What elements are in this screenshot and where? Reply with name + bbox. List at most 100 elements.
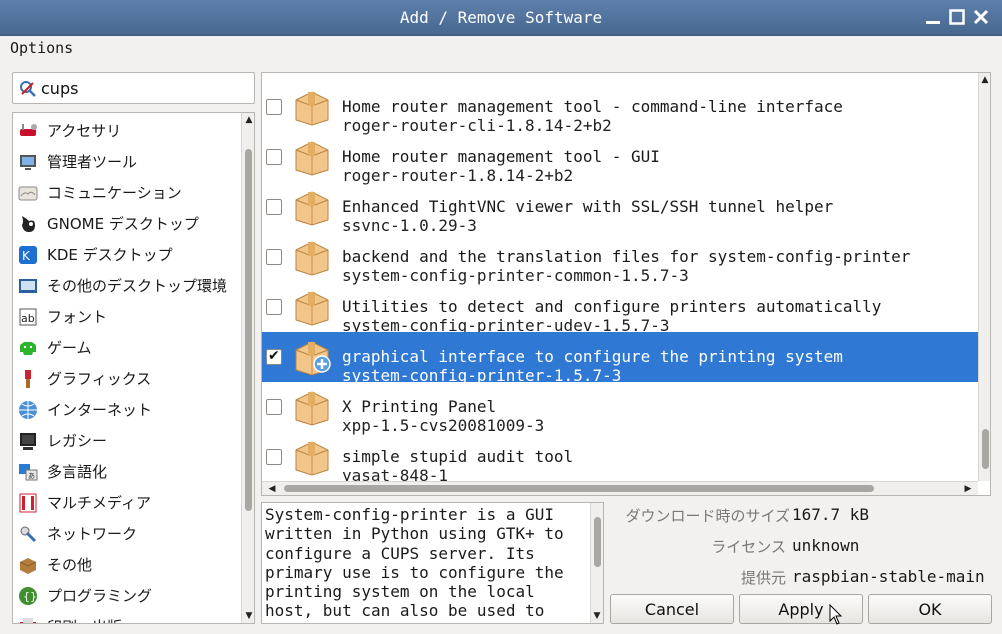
- category-label: 多言語化: [47, 463, 108, 481]
- package-description-label: Home router management tool - command-li…: [342, 97, 843, 116]
- multimedia-icon: [17, 492, 39, 514]
- svg-text:{}: {}: [23, 590, 37, 603]
- apply-button[interactable]: Apply: [739, 594, 863, 624]
- category-label: ネットワーク: [47, 525, 138, 543]
- download-size-value: 167.7 kB: [792, 505, 870, 524]
- package-hscrollbar[interactable]: ◀ ▶: [262, 481, 978, 495]
- category-label: 印刷・出版: [47, 616, 122, 623]
- package-description-label: Home router management tool - GUI: [342, 147, 660, 166]
- package-icon: [292, 238, 332, 276]
- category-item[interactable]: K KDE デスクトップ: [13, 239, 241, 270]
- package-icon: [292, 388, 332, 426]
- legacy-icon: [17, 430, 39, 452]
- package-list[interactable]: Home router management tool - command-li…: [261, 72, 991, 496]
- scroll-right-arrow-icon[interactable]: ▶: [962, 483, 974, 495]
- category-label: プログラミング: [47, 587, 153, 605]
- package-scrollbar[interactable]: ▲: [978, 73, 990, 481]
- package-row[interactable]: simple stupid audit tool yasat-848-1: [262, 432, 978, 485]
- title-bar: Add / Remove Software: [0, 0, 1002, 36]
- scroll-down-arrow-icon[interactable]: ▼: [591, 610, 603, 622]
- package-install-icon: [292, 338, 332, 376]
- scroll-left-arrow-icon[interactable]: ◀: [266, 483, 278, 495]
- category-item[interactable]: 管理者ツール: [13, 146, 241, 177]
- ok-button[interactable]: OK: [868, 594, 992, 624]
- download-size-label: ダウンロード時のサイズ: [625, 507, 790, 525]
- category-label: レガシー: [47, 432, 108, 450]
- accessories-icon: [17, 120, 39, 142]
- scroll-up-arrow-icon[interactable]: ▲: [243, 114, 254, 126]
- package-icon: [292, 188, 332, 226]
- package-row[interactable]: backend and the translation files for sy…: [262, 232, 978, 285]
- license-value: unknown: [792, 536, 860, 555]
- admin-tools-icon: [17, 151, 39, 173]
- category-label: コミュニケーション: [47, 184, 182, 202]
- package-checkbox[interactable]: [266, 399, 282, 415]
- description-text: System-config-printer is a GUI written i…: [265, 505, 564, 621]
- category-item[interactable]: ab フォント: [13, 301, 241, 332]
- package-scrollbar-thumb[interactable]: [982, 429, 989, 469]
- category-item[interactable]: その他: [13, 549, 241, 580]
- graphics-icon: [17, 368, 39, 390]
- scroll-up-arrow-icon[interactable]: ▲: [979, 74, 990, 86]
- category-label: KDE デスクトップ: [47, 246, 173, 264]
- package-checkbox[interactable]: [266, 199, 282, 215]
- window-title: Add / Remove Software: [399, 8, 603, 27]
- package-icon: [292, 88, 332, 126]
- category-item[interactable]: {} プログラミング: [13, 580, 241, 611]
- category-item[interactable]: マルチメディア: [13, 487, 241, 518]
- search-box[interactable]: [12, 72, 255, 104]
- cancel-button[interactable]: Cancel: [610, 594, 734, 624]
- category-item[interactable]: グラフィックス: [13, 363, 241, 394]
- package-checkbox[interactable]: [266, 299, 282, 315]
- category-scrollbar[interactable]: ▲ ▼: [241, 113, 254, 623]
- package-icon: [292, 438, 332, 476]
- scroll-down-arrow-icon[interactable]: ▼: [243, 610, 254, 622]
- category-scrollbar-thumb[interactable]: [245, 149, 252, 511]
- package-row[interactable]: Home router management tool - command-li…: [262, 82, 978, 135]
- close-icon[interactable]: [970, 6, 992, 28]
- minimize-icon[interactable]: [922, 6, 944, 28]
- package-checkbox[interactable]: [266, 249, 282, 265]
- description-scrollbar-thumb[interactable]: [594, 517, 601, 567]
- license-value-row: unknown: [792, 536, 992, 556]
- package-description-label: Utilities to detect and configure printe…: [342, 297, 882, 316]
- source-value: raspbian-stable-main: [792, 567, 985, 586]
- package-checkbox[interactable]: [266, 99, 282, 115]
- package-row[interactable]: X Printing Panel xpp-1.5-cvs20081009-3: [262, 382, 978, 435]
- category-label: アクセサリ: [47, 122, 122, 140]
- package-checkbox[interactable]: [266, 149, 282, 165]
- search-input[interactable]: [41, 77, 249, 99]
- category-item[interactable]: ゲーム: [13, 332, 241, 363]
- clear-search-icon[interactable]: [19, 80, 37, 98]
- description-scrollbar[interactable]: ▼: [590, 503, 603, 623]
- network-icon: [17, 523, 39, 545]
- category-item[interactable]: GNOME デスクトップ: [13, 208, 241, 239]
- category-item[interactable]: インターネット: [13, 394, 241, 425]
- category-label: 管理者ツール: [47, 153, 138, 171]
- package-row[interactable]: graphical interface to configure the pri…: [262, 332, 978, 385]
- package-checkbox[interactable]: [266, 348, 282, 365]
- font-icon: ab: [17, 306, 39, 328]
- menu-options[interactable]: Options: [10, 39, 73, 57]
- license-row: ライセンス: [610, 536, 786, 556]
- package-row[interactable]: Enhanced TightVNC viewer with SSL/SSH tu…: [262, 182, 978, 235]
- category-item[interactable]: コミュニケーション: [13, 177, 241, 208]
- category-item[interactable]: あ 多言語化: [13, 456, 241, 487]
- category-item[interactable]: アクセサリ: [13, 115, 241, 146]
- package-description: System-config-printer is a GUI written i…: [261, 502, 604, 624]
- category-label: ゲーム: [47, 339, 92, 357]
- package-row[interactable]: Home router management tool - GUI roger-r…: [262, 132, 978, 185]
- category-item[interactable]: 印刷・出版: [13, 611, 241, 623]
- category-label: フォント: [47, 308, 108, 326]
- category-item[interactable]: ネットワーク: [13, 518, 241, 549]
- package-checkbox[interactable]: [266, 449, 282, 465]
- maximize-icon[interactable]: [946, 6, 968, 28]
- package-icon: [292, 288, 332, 326]
- category-item[interactable]: その他のデスクトップ環境: [13, 270, 241, 301]
- category-list[interactable]: アクセサリ管理者ツールコミュニケーション GNOME デスクトップ K KDE デスク…: [12, 112, 255, 624]
- package-row[interactable]: Utilities to detect and configure printe…: [262, 282, 978, 335]
- category-item[interactable]: レガシー: [13, 425, 241, 456]
- game-icon: [17, 337, 39, 359]
- package-description-label: simple stupid audit tool: [342, 447, 574, 466]
- package-hscrollbar-thumb[interactable]: [284, 485, 874, 492]
